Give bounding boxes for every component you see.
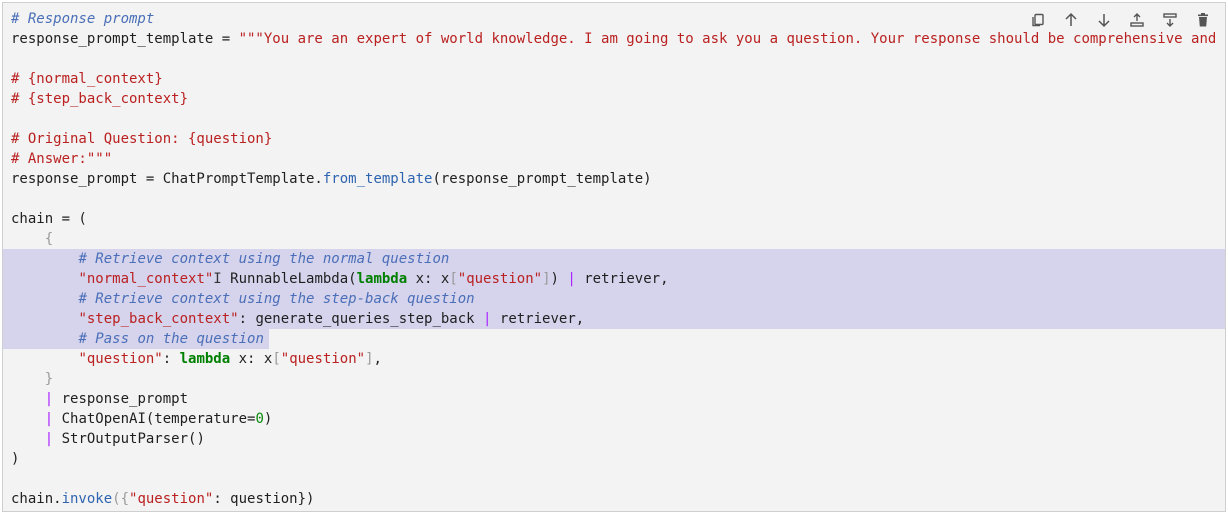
code-line-selected: "normal_context"I RunnableLambda(lambda … bbox=[3, 269, 1225, 289]
code-bracket: } bbox=[44, 371, 54, 387]
code-line: # Original Question: {question} bbox=[3, 129, 1225, 149]
code-line: chain = ( bbox=[3, 209, 1225, 229]
code-editor[interactable]: # Response prompt response_prompt_templa… bbox=[3, 9, 1225, 509]
code-text: response_prompt = ChatPromptTemplate. bbox=[11, 171, 323, 187]
code-text: x: x bbox=[407, 271, 450, 287]
code-string: "question" bbox=[78, 351, 163, 367]
code-string: "question" bbox=[457, 271, 543, 287]
code-pipe: | bbox=[567, 271, 576, 287]
code-bracket: [ bbox=[272, 351, 281, 367]
duplicate-icon[interactable] bbox=[1021, 9, 1054, 31]
code-function: from_template bbox=[322, 171, 433, 187]
text-cursor-icon: I bbox=[213, 271, 222, 287]
code-text: retriever, bbox=[491, 311, 585, 327]
code-line: { bbox=[3, 229, 1225, 249]
code-bracket: { bbox=[44, 231, 54, 247]
code-number: 0 bbox=[255, 411, 264, 427]
code-string: # {step_back_context} bbox=[11, 91, 189, 107]
code-text: ) bbox=[550, 271, 568, 287]
code-line: # Answer:""" bbox=[3, 149, 1225, 169]
code-cell[interactable]: # Response prompt response_prompt_templa… bbox=[2, 2, 1226, 512]
code-comment: # Retrieve context using the normal ques… bbox=[78, 251, 450, 267]
code-text: ) bbox=[263, 411, 273, 427]
code-string: "normal_context" bbox=[78, 271, 214, 287]
code-text: ) bbox=[11, 451, 20, 467]
code-pipe: | bbox=[44, 431, 54, 447]
code-comment: # Response prompt bbox=[11, 11, 155, 27]
code-text: chain. bbox=[11, 491, 62, 507]
code-pipe: | bbox=[44, 391, 54, 407]
code-text: : generate_queries_step_back bbox=[238, 311, 484, 327]
move-down-icon[interactable] bbox=[1087, 9, 1120, 31]
code-string: # {normal_context} bbox=[11, 71, 163, 87]
code-text: retriever, bbox=[575, 271, 669, 287]
code-text: , bbox=[373, 351, 382, 367]
code-bracket: ({ bbox=[112, 491, 130, 507]
code-line-selected: # Pass on the question bbox=[3, 329, 1225, 349]
delete-icon[interactable] bbox=[1186, 9, 1219, 31]
code-string: "question" bbox=[129, 491, 214, 507]
code-bracket: [ bbox=[449, 271, 458, 287]
code-line: # {step_back_context} bbox=[3, 89, 1225, 109]
code-string: "question" bbox=[280, 351, 366, 367]
code-text: x: x bbox=[230, 351, 273, 367]
code-keyword: lambda bbox=[179, 351, 231, 367]
code-bracket: ] bbox=[542, 271, 551, 287]
code-text: StrOutputParser() bbox=[53, 431, 205, 447]
code-line: response_prompt = ChatPromptTemplate.fro… bbox=[3, 169, 1225, 189]
code-string: # Answer:""" bbox=[11, 151, 113, 167]
code-text: ChatOpenAI(temperature= bbox=[53, 411, 256, 427]
code-keyword: lambda bbox=[356, 271, 408, 287]
code-line: response_prompt_template = """You are an… bbox=[3, 29, 1225, 49]
cell-toolbar bbox=[1021, 9, 1219, 31]
code-comment: # Retrieve context using the step-back q… bbox=[78, 291, 475, 307]
code-line: "question": lambda x: x["question"], bbox=[3, 349, 1225, 369]
code-line: } bbox=[3, 369, 1225, 389]
code-line-selected: # Retrieve context using the step-back q… bbox=[3, 289, 1225, 309]
insert-below-icon[interactable] bbox=[1153, 9, 1186, 31]
code-line: # {normal_context} bbox=[3, 69, 1225, 89]
code-line: | StrOutputParser() bbox=[3, 429, 1225, 449]
code-string: """You are an expert of world knowledge.… bbox=[238, 31, 1217, 47]
code-line-selected: "step_back_context": generate_queries_st… bbox=[3, 309, 1225, 329]
code-string: # Original Question: {question} bbox=[11, 131, 273, 147]
move-up-icon[interactable] bbox=[1054, 9, 1087, 31]
code-text: response_prompt bbox=[53, 391, 189, 407]
code-bracket: ] bbox=[365, 351, 374, 367]
code-line: ) bbox=[3, 449, 1225, 469]
code-pipe: | bbox=[44, 411, 54, 427]
code-function: invoke bbox=[61, 491, 113, 507]
code-line: | ChatOpenAI(temperature=0) bbox=[3, 409, 1225, 429]
code-line-selected: # Retrieve context using the normal ques… bbox=[3, 249, 1225, 269]
code-line: | response_prompt bbox=[3, 389, 1225, 409]
code-text: response_prompt_template = bbox=[11, 31, 239, 47]
code-text: (response_prompt_template) bbox=[432, 171, 652, 187]
code-string: "step_back_context" bbox=[78, 311, 239, 327]
code-line: chain.invoke({"question": question}) bbox=[3, 489, 1225, 509]
code-text: : question}) bbox=[213, 491, 315, 507]
code-text: RunnableLambda( bbox=[221, 271, 357, 287]
code-comment: # Pass on the question bbox=[78, 331, 264, 347]
code-text: chain = ( bbox=[11, 211, 87, 227]
code-text: : bbox=[162, 351, 180, 367]
insert-above-icon[interactable] bbox=[1120, 9, 1153, 31]
